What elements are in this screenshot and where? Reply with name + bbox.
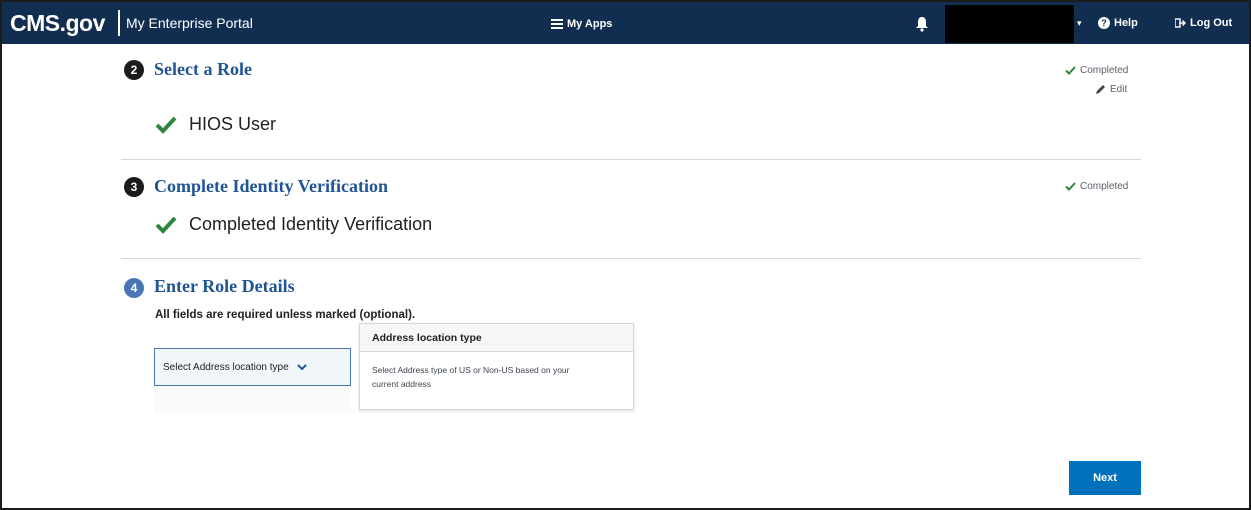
hamburger-icon [551,19,563,29]
address-location-type-select[interactable]: Select Address location type [154,348,351,386]
chevron-down-icon [296,363,307,370]
cms-logo[interactable]: CMS.gov [10,10,105,37]
help-label: Help [1114,17,1138,29]
step-number-badge-active: 4 [124,278,144,298]
step-status-completed: Completed [1065,65,1128,76]
top-nav-bar: CMS.gov My Enterprise Portal My Apps ▾ ?… [2,2,1249,44]
bell-icon[interactable] [915,16,929,32]
pencil-icon [1096,85,1105,94]
selected-role-text: HIOS User [189,114,277,134]
edit-role-button[interactable]: Edit [1095,84,1127,95]
edit-label: Edit [1110,84,1128,95]
help-link[interactable]: ? Help [1098,17,1138,29]
my-apps-label: My Apps [567,18,613,30]
status-label: Completed [1080,181,1129,192]
required-fields-note: All fields are required unless marked (o… [155,309,416,321]
checkmark-icon [155,116,177,134]
step-title-select-role: Select a Role [154,59,252,79]
checkmark-icon [1065,66,1076,75]
step-title-identity-verification: Complete Identity Verification [154,176,388,196]
selected-role-result: HIOS User [155,114,276,135]
tooltip-body: Select Address type of US or Non-US base… [372,365,570,389]
logout-icon [1175,18,1186,28]
step-title-enter-role-details: Enter Role Details [154,276,295,296]
status-label: Completed [1080,65,1129,76]
logo-divider [118,10,120,36]
step-number-badge: 3 [124,177,144,197]
next-button[interactable]: Next [1069,461,1141,495]
section-divider [121,258,1141,259]
user-menu-chevron-down-icon[interactable]: ▾ [1077,18,1082,29]
step-number-badge: 2 [124,60,144,80]
logout-label: Log Out [1190,17,1233,29]
address-type-tooltip: Address location type Select Address typ… [359,323,634,410]
my-apps-link[interactable]: My Apps [551,18,612,30]
address-select-placeholder: Select Address location type [163,361,289,373]
step-status-completed: Completed [1065,181,1128,192]
identity-verification-result: Completed Identity Verification [155,214,432,235]
tooltip-title: Address location type [360,324,633,352]
portal-name: My Enterprise Portal [126,15,253,31]
user-menu-redacted[interactable] [945,5,1074,43]
checkmark-icon [1065,182,1076,191]
help-circle-icon: ? [1098,17,1110,29]
select-underlay [154,386,351,413]
section-divider [121,159,1141,160]
identity-verification-text: Completed Identity Verification [189,214,433,234]
logout-link[interactable]: Log Out [1175,17,1232,29]
checkmark-icon [155,216,177,234]
